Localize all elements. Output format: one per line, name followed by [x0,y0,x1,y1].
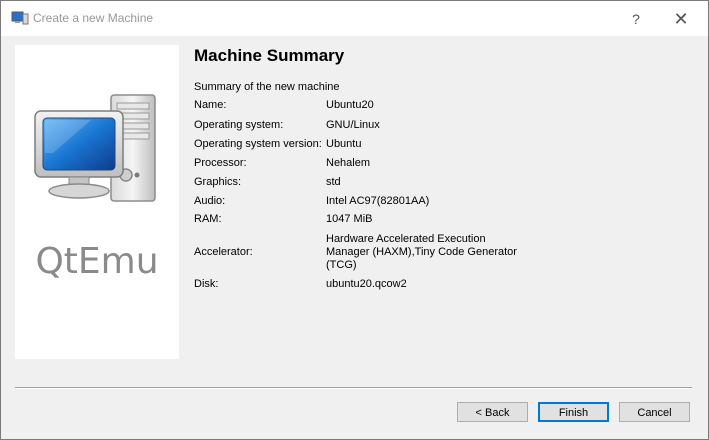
ram-label: RAM: [194,213,222,225]
help-button[interactable]: ? [621,7,651,31]
wizard-sidebar: QtEmu [15,45,179,359]
close-button[interactable]: ✕ [666,7,696,31]
graphics-label: Graphics: [194,176,242,188]
name-value: Ubuntu20 [326,99,374,111]
os-label: Operating system: [194,119,284,131]
back-button[interactable]: < Back [457,402,528,422]
window-title: Create a new Machine [33,11,154,25]
processor-label: Processor: [194,157,247,169]
disk-label: Disk: [194,278,219,290]
accelerator-label: Accelerator: [194,246,253,258]
audio-label: Audio: [194,195,226,207]
ram-value: 1047 MiB [326,213,373,225]
name-label: Name: [194,99,227,111]
os-value: GNU/Linux [326,119,380,131]
computer-monitor-icon [34,94,156,202]
qtemu-logo: QtEmu [35,241,159,282]
page-title: Machine Summary [194,46,345,65]
os-version-label: Operating system version: [194,138,322,150]
virtual-machine-icon [11,11,29,25]
cancel-button[interactable]: Cancel [619,402,690,422]
audio-value: Intel AC97(82801AA) [326,195,430,207]
wizard-window: Create a new Machine ? ✕ QtEmu Machine S… [0,0,709,440]
accelerator-value: Hardware Accelerated Execution Manager (… [326,233,517,271]
graphics-value: std [326,176,341,188]
disk-value: ubuntu20.qcow2 [326,278,407,290]
os-version-value: Ubuntu [326,138,362,150]
title-bar: Create a new Machine ? ✕ [1,1,708,36]
finish-button[interactable]: Finish [538,402,609,422]
processor-value: Nehalem [326,157,371,169]
footer-separator [15,387,692,389]
page-subtitle: Summary of the new machine [194,81,340,93]
